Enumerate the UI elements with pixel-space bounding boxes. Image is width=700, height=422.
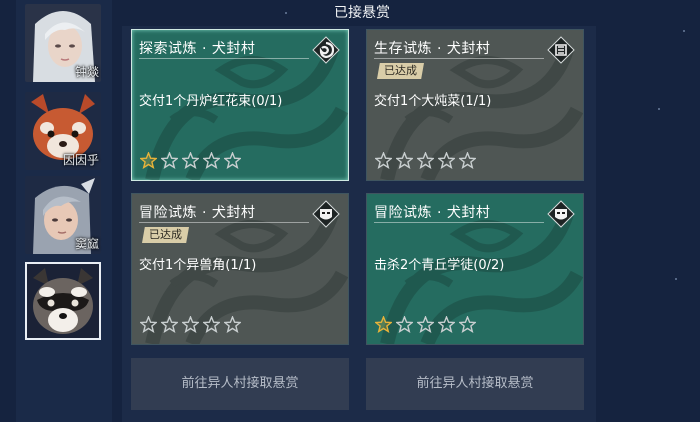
dragon-emblem-icon bbox=[312, 36, 340, 64]
task-description: 交付1个丹炉红花束(0/1) bbox=[139, 94, 283, 109]
card-title: 探索试炼 · 犬封村 bbox=[139, 41, 256, 57]
character-portrait-douyu[interactable]: 窦窳 bbox=[25, 176, 101, 254]
star-empty-icon bbox=[417, 316, 434, 333]
star-empty-icon bbox=[161, 316, 178, 333]
character-portrait-yinyinhu[interactable]: 因因乎 bbox=[25, 92, 101, 170]
bounty-card[interactable]: 探索试炼 · 犬封村交付1个丹炉红花束(0/1) bbox=[131, 29, 349, 181]
star-filled-icon bbox=[140, 152, 157, 169]
scroll-emblem-icon bbox=[547, 36, 575, 64]
title-divider bbox=[139, 222, 309, 223]
avatar bbox=[27, 264, 99, 338]
bounty-card[interactable]: 生存试炼 · 犬封村 已达成交付1个大炖菜(1/1) bbox=[366, 29, 584, 181]
bounty-card[interactable]: 冒险试炼 · 犬封村 已达成交付1个异兽角(1/1) bbox=[131, 193, 349, 345]
star-empty-icon bbox=[203, 152, 220, 169]
star-empty-icon bbox=[438, 152, 455, 169]
character-name: 窦窳 bbox=[74, 237, 99, 251]
go-to-village-button[interactable]: 前往异人村接取悬赏 bbox=[131, 358, 349, 410]
star-empty-icon bbox=[396, 152, 413, 169]
star-empty-icon bbox=[182, 152, 199, 169]
difficulty-stars bbox=[140, 152, 241, 169]
card-title: 冒险试炼 · 犬封村 bbox=[374, 205, 491, 221]
character-name: 钟燚 bbox=[74, 65, 99, 79]
mask-emblem-icon bbox=[547, 200, 575, 228]
title-divider bbox=[374, 222, 544, 223]
title-divider bbox=[374, 58, 544, 59]
bg-star bbox=[675, 278, 677, 280]
go-to-village-button[interactable]: 前往异人村接取悬赏 bbox=[366, 358, 584, 410]
title-divider bbox=[139, 58, 309, 59]
card-title: 冒险试炼 · 犬封村 bbox=[139, 205, 256, 221]
character-portrait-zhongyi[interactable]: 钟燚 bbox=[25, 4, 101, 82]
star-empty-icon bbox=[224, 316, 241, 333]
character-portrait-raccoon[interactable] bbox=[25, 262, 101, 340]
star-empty-icon bbox=[182, 316, 199, 333]
star-empty-icon bbox=[161, 152, 178, 169]
task-description: 交付1个异兽角(1/1) bbox=[139, 258, 257, 273]
status-badge: 已达成 bbox=[142, 227, 189, 243]
difficulty-stars bbox=[375, 316, 476, 333]
star-empty-icon bbox=[459, 152, 476, 169]
star-empty-icon bbox=[224, 152, 241, 169]
bg-star bbox=[658, 108, 660, 110]
star-empty-icon bbox=[417, 152, 434, 169]
star-empty-icon bbox=[438, 316, 455, 333]
bg-star bbox=[683, 30, 685, 32]
mask-emblem-icon bbox=[312, 200, 340, 228]
star-filled-icon bbox=[375, 316, 392, 333]
star-empty-icon bbox=[203, 316, 220, 333]
status-badge: 已达成 bbox=[377, 63, 424, 79]
star-empty-icon bbox=[140, 316, 157, 333]
star-empty-icon bbox=[396, 316, 413, 333]
page-title: 已接悬赏 bbox=[334, 5, 390, 21]
star-empty-icon bbox=[459, 316, 476, 333]
task-description: 交付1个大炖菜(1/1) bbox=[374, 94, 492, 109]
character-sidebar: 钟燚 因因乎 窦窳 bbox=[16, 0, 112, 422]
character-name: 因因乎 bbox=[62, 153, 99, 167]
card-title: 生存试炼 · 犬封村 bbox=[374, 41, 491, 57]
difficulty-stars bbox=[140, 316, 241, 333]
bounty-card[interactable]: 冒险试炼 · 犬封村 击杀2个青丘学徒(0/2) bbox=[366, 193, 584, 345]
star-empty-icon bbox=[375, 152, 392, 169]
difficulty-stars bbox=[375, 152, 476, 169]
task-description: 击杀2个青丘学徒(0/2) bbox=[374, 258, 505, 273]
